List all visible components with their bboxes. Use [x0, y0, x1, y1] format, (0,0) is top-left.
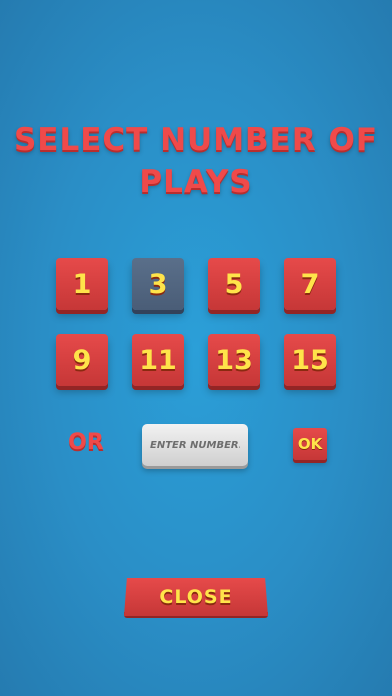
custom-number-input[interactable]	[142, 424, 248, 466]
play-option-15[interactable]: 15	[284, 334, 336, 386]
play-option-3[interactable]: 3	[132, 258, 184, 310]
title-line-1: SELECT NUMBER OF	[13, 122, 379, 158]
title-line-2: PLAYS	[139, 164, 253, 200]
play-option-13[interactable]: 13	[208, 334, 260, 386]
ok-button[interactable]: OK	[293, 428, 327, 460]
play-option-11[interactable]: 11	[132, 334, 184, 386]
play-option-1[interactable]: 1	[56, 258, 108, 310]
play-option-5[interactable]: 5	[208, 258, 260, 310]
play-option-7[interactable]: 7	[284, 258, 336, 310]
or-label: OR	[68, 430, 104, 455]
play-option-9[interactable]: 9	[56, 334, 108, 386]
close-button[interactable]: CLOSE	[124, 578, 268, 616]
